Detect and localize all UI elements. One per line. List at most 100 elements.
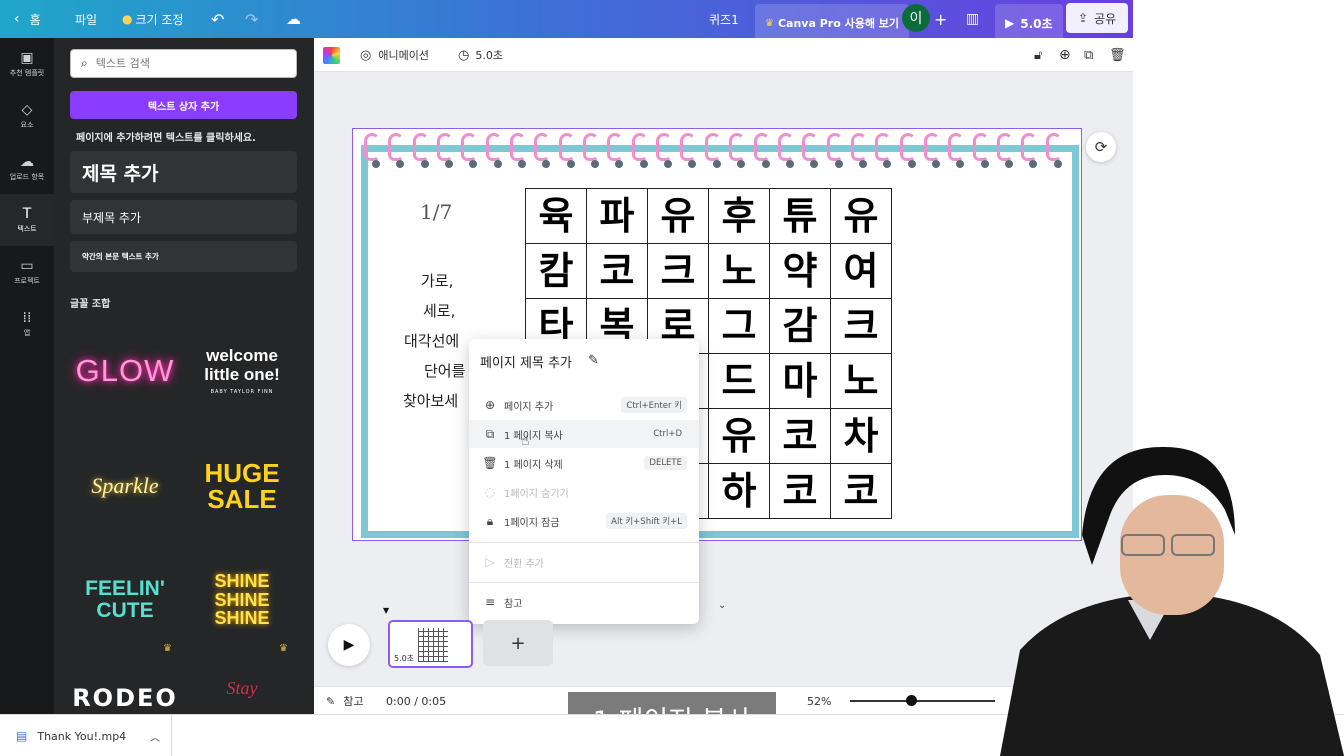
notes-button[interactable]: ✎ 참고: [326, 687, 363, 715]
lock-icon[interactable]: 🔓︎: [1034, 38, 1042, 72]
instruction-line[interactable]: 단어를: [424, 360, 465, 381]
refresh-icon[interactable]: ⟳: [1086, 132, 1116, 162]
grid-cell[interactable]: 코: [769, 463, 831, 519]
grid-cell[interactable]: 하: [708, 463, 770, 519]
analytics-icon[interactable]: ▥: [966, 0, 979, 38]
duplicate-icon[interactable]: ⧉: [1084, 38, 1093, 72]
home-button[interactable]: ‹ 홈: [14, 0, 41, 38]
grid-cell[interactable]: 캄: [525, 243, 587, 299]
combo-shine[interactable]: SHINE SHINE SHINE: [187, 550, 297, 650]
color-picker[interactable]: [323, 38, 340, 72]
resize-button[interactable]: ● 크기 조정: [122, 0, 183, 38]
undo-icon[interactable]: ↶: [211, 0, 224, 38]
zoom-level[interactable]: 52%: [807, 687, 831, 715]
grid-cell[interactable]: 마: [769, 353, 831, 409]
combo-stay[interactable]: Stay: [187, 668, 297, 708]
menu-item-lock-page[interactable]: 🔒︎ 1페이지 잠금 Alt 키+Shift 키+L: [469, 507, 699, 535]
trash-icon[interactable]: 🗑︎: [1109, 38, 1126, 72]
combo-sparkle[interactable]: Sparkle: [70, 436, 180, 536]
rail-item-text[interactable]: T 텍스트: [0, 194, 54, 246]
grid-cell[interactable]: 약: [769, 243, 831, 299]
add-collaborator-icon[interactable]: +: [934, 0, 947, 38]
zoom-slider-track[interactable]: [850, 700, 995, 702]
redo-icon[interactable]: ↷: [245, 0, 258, 38]
search-input[interactable]: [95, 57, 276, 70]
grid-cell[interactable]: 감: [769, 298, 831, 354]
grid-cell[interactable]: 드: [708, 353, 770, 409]
grid-cell[interactable]: 유: [708, 408, 770, 464]
transition-icon: ▷: [485, 555, 495, 569]
add-page-icon[interactable]: ⊕: [1059, 38, 1071, 72]
menu-item-duplicate-page[interactable]: ⧉ 1 페이지 복사 Ctrl+D: [469, 420, 699, 448]
grid-cell[interactable]: 크: [830, 298, 892, 354]
grid-cell[interactable]: 그: [708, 298, 770, 354]
avatar[interactable]: 이: [902, 4, 930, 32]
file-menu[interactable]: 파일: [75, 0, 97, 38]
grid-cell[interactable]: 후: [708, 188, 770, 244]
zoom-slider-handle[interactable]: [906, 695, 917, 706]
grid-cell[interactable]: 튜: [769, 188, 831, 244]
grid-cell[interactable]: 육: [525, 188, 587, 244]
grid-cell[interactable]: 여: [830, 243, 892, 299]
menu-title[interactable]: 페이지 제목 추가: [480, 352, 572, 371]
duration-button[interactable]: ◷ 5.0초: [458, 38, 503, 72]
menu-item-notes[interactable]: ≡ 참고: [469, 588, 699, 616]
rail-item-apps[interactable]: ⁞⁞ 앱: [0, 298, 54, 350]
add-subheading-button[interactable]: 부제목 추가: [70, 200, 297, 234]
page-number[interactable]: 1/7: [420, 200, 452, 224]
grid-cell[interactable]: 유: [647, 188, 709, 244]
pencil-icon[interactable]: ✎: [588, 353, 599, 368]
chevron-up-icon[interactable]: ︿: [150, 729, 160, 744]
rail-item-uploads[interactable]: ☁ 업로드 항목: [0, 142, 54, 194]
spiral-ring: [1045, 129, 1063, 173]
panel-hint: 페이지에 추가하려면 텍스트를 클릭하세요.: [76, 133, 256, 144]
instruction-line[interactable]: 찾아보세: [403, 390, 458, 411]
search-box[interactable]: ⌕: [70, 49, 297, 78]
add-body-text-button[interactable]: 약간의 본문 텍스트 추가: [70, 241, 297, 272]
instruction-line[interactable]: 세로,: [423, 300, 455, 321]
grid-cell[interactable]: 코: [830, 463, 892, 519]
play-button[interactable]: ▶: [328, 624, 370, 666]
rail-item-projects[interactable]: ▭ 프로젝트: [0, 246, 54, 298]
rail-item-elements[interactable]: ◇ 요소: [0, 90, 54, 142]
combo-glow[interactable]: GLOW: [70, 321, 180, 421]
menu-item-delete-page[interactable]: 🗑︎ 1 페이지 삭제 DELETE: [469, 449, 699, 477]
combo-rodeo[interactable]: RODEO: [70, 668, 180, 714]
rail-item-templates[interactable]: ▣ 추천 템플릿: [0, 38, 54, 90]
playhead-marker[interactable]: ▼: [383, 606, 389, 615]
download-item[interactable]: ▤ Thank You!.mp4 ︿: [0, 715, 172, 756]
spiral-ring: [972, 129, 990, 173]
present-button[interactable]: ▶ 5.0초: [995, 4, 1063, 42]
grid-cell[interactable]: 차: [830, 408, 892, 464]
grid-cell[interactable]: 유: [830, 188, 892, 244]
grid-cell[interactable]: 파: [586, 188, 648, 244]
share-button[interactable]: ⇪ 공유: [1066, 3, 1129, 33]
combo-feelin-cute[interactable]: FEELIN' CUTE: [70, 550, 180, 650]
try-pro-button[interactable]: ♛ Canva Pro 사용해 보기: [755, 4, 910, 42]
cloud-save-icon[interactable]: ☁: [286, 0, 301, 38]
grid-cell[interactable]: 노: [830, 353, 892, 409]
combo-welcome[interactable]: welcome little one! BABY TAYLOR FINN: [187, 321, 297, 421]
grid-cell[interactable]: 코: [586, 243, 648, 299]
combo-huge-sale[interactable]: HUGE SALE: [187, 436, 297, 536]
animation-icon: ◎: [360, 47, 372, 63]
notes-icon: ✎: [326, 694, 336, 708]
add-page-icon: ⊕: [484, 398, 496, 412]
grid-cell[interactable]: 노: [708, 243, 770, 299]
add-page-button[interactable]: +: [483, 620, 553, 666]
add-textbox-button[interactable]: 텍스트 상자 추가: [70, 91, 297, 119]
instruction-line[interactable]: 가로,: [421, 270, 453, 291]
menu-item-add-page[interactable]: ⊕ 페이지 추가 Ctrl+Enter 키: [469, 391, 699, 419]
add-heading-button[interactable]: 제목 추가: [70, 151, 297, 193]
animation-button[interactable]: ◎ 애니메이션: [360, 38, 429, 72]
page-thumbnail[interactable]: 5.0초: [388, 620, 473, 668]
template-icon: ▣: [20, 49, 34, 66]
menu-item-add-transition[interactable]: ▷ 전환 추가: [469, 548, 699, 576]
menu-item-hide-page[interactable]: ◌ 1페이지 숨기기: [469, 478, 699, 506]
grid-cell[interactable]: 크: [647, 243, 709, 299]
document-title[interactable]: 퀴즈1: [709, 0, 739, 38]
grid-cell[interactable]: 코: [769, 408, 831, 464]
chevron-down-icon[interactable]: ⌄: [718, 600, 726, 611]
clock-icon: ◷: [458, 47, 470, 63]
instruction-line[interactable]: 대각선에: [404, 330, 459, 351]
